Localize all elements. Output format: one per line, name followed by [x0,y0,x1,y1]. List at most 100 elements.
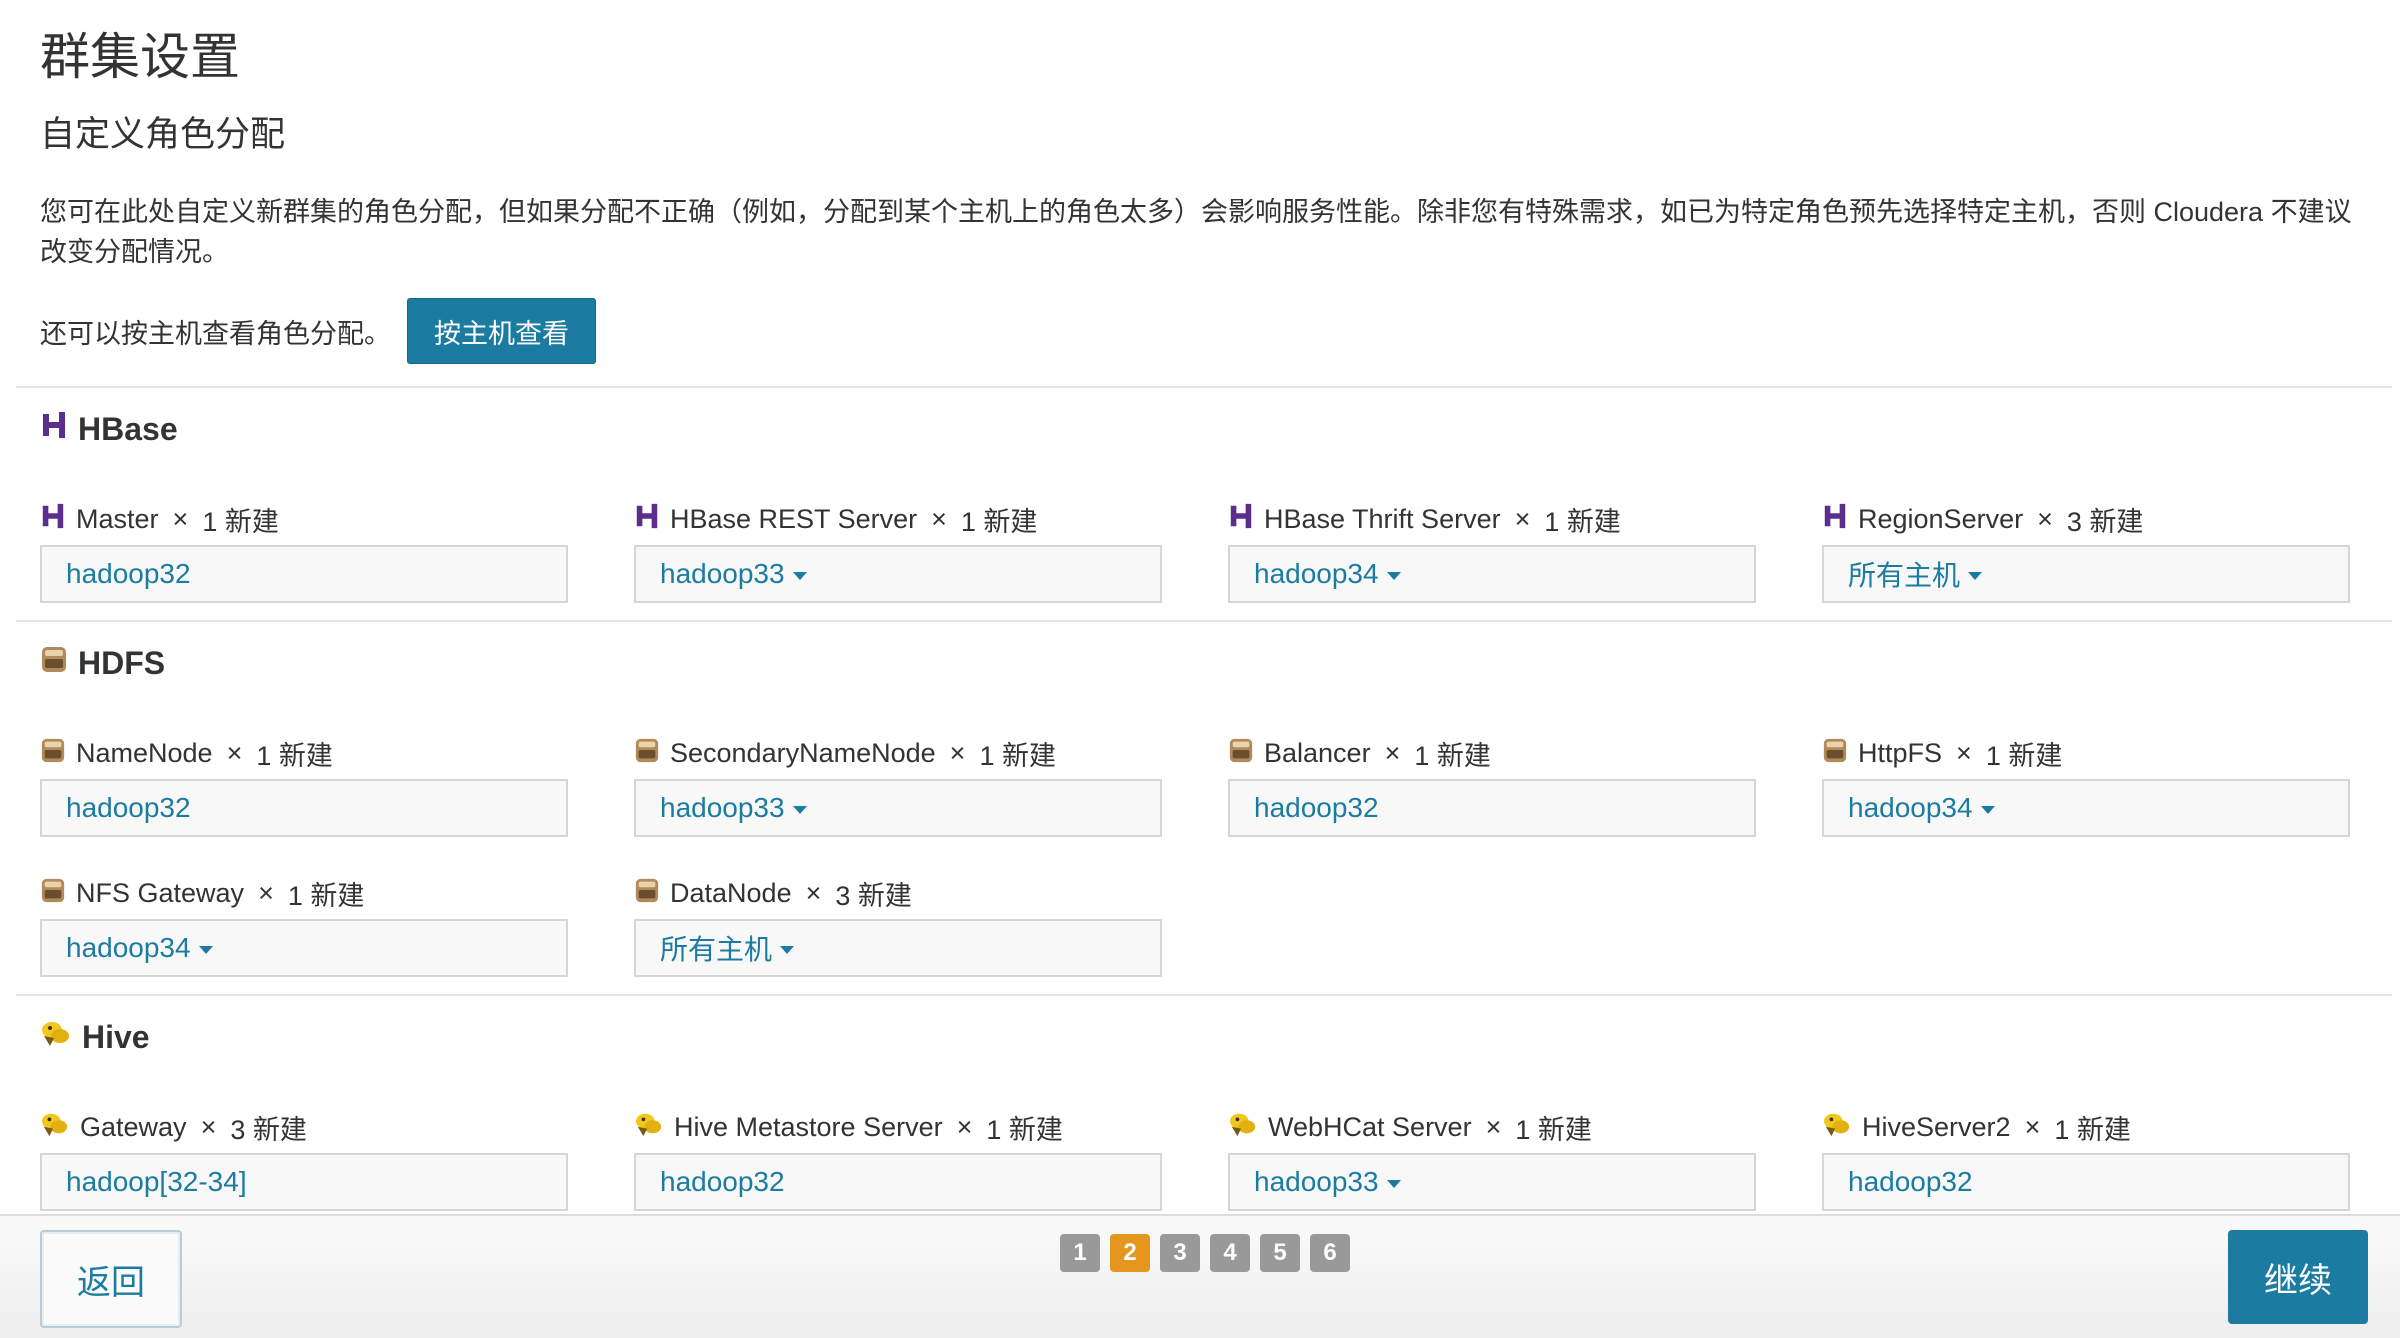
host-value: hadoop32 [1848,1166,1973,1197]
times-sign: × [1485,1111,1502,1142]
hbase-icon [1228,502,1254,537]
caret-down-icon[interactable] [1386,572,1401,580]
caret-down-icon[interactable] [1968,572,1983,580]
role-name: Gateway [80,1111,187,1142]
times-sign: × [931,503,947,534]
caret-down-icon[interactable] [780,946,795,954]
host-field[interactable]: hadoop32 [40,779,568,837]
service-title-hdfs: HDFS [40,644,165,682]
role-count: 3 新建 [230,1114,307,1145]
role-name: HttpFS [1858,737,1943,768]
host-value[interactable]: 所有主机 [1848,554,1960,594]
host-select[interactable]: 所有主机 [634,919,1162,977]
by-host-text: 还可以按主机查看角色分配。 [40,318,391,349]
page-title: 群集设置 [40,29,240,85]
page-step[interactable]: 4 [1210,1234,1250,1272]
role-count: 1 新建 [202,506,279,537]
caret-down-icon[interactable] [1386,1180,1401,1188]
hbase-icon [40,502,66,537]
host-value: hadoop[32-34] [66,1166,247,1197]
hdfs-icon [1822,736,1848,771]
host-value[interactable]: hadoop33 [660,558,785,590]
page-step[interactable]: 1 [1060,1234,1100,1272]
host-value[interactable]: hadoop33 [660,792,785,824]
role-hive-hiveserver2: HiveServer2 × 1 新建 hadoop32 [1822,1107,2350,1211]
host-field[interactable]: hadoop32 [1822,1153,2350,1211]
host-field[interactable]: hadoop32 [1228,779,1756,837]
role-hdfs-balancer: Balancer × 1 新建 hadoop32 [1228,733,1756,837]
divider [16,386,2392,388]
times-sign: × [2024,1111,2041,1142]
role-name: Master [76,503,159,534]
host-field[interactable]: hadoop32 [40,545,568,603]
hdfs-icon [634,876,660,911]
role-count: 1 新建 [1515,1114,1592,1145]
page-step-active[interactable]: 2 [1110,1234,1150,1272]
role-name: WebHCat Server [1268,1111,1472,1142]
back-button[interactable]: 返回 [40,1230,182,1328]
times-sign: × [1514,503,1531,534]
page-description: 您可在此处自定义新群集的角色分配，但如果分配不正确（例如，分配到某个主机上的角色… [40,197,2352,267]
host-select[interactable]: hadoop33 [1228,1153,1756,1211]
page-step[interactable]: 3 [1160,1234,1200,1272]
host-value: hadoop32 [660,1166,785,1197]
role-name: SecondaryNameNode [670,737,936,768]
hive-icon [1822,1110,1852,1145]
role-count: 1 新建 [960,506,1038,537]
role-hbase-master: Master × 1 新建 hadoop32 [40,499,568,603]
role-count: 1 新建 [1985,740,2063,771]
caret-down-icon[interactable] [792,572,807,580]
times-sign: × [226,737,243,768]
role-hive-webhcat-server: WebHCat Server × 1 新建 hadoop33 [1228,1107,1756,1211]
caret-down-icon[interactable] [1980,806,1995,814]
page-step[interactable]: 5 [1260,1234,1300,1272]
host-value[interactable]: hadoop34 [1848,792,1973,824]
role-count: 1 新建 [979,740,1056,771]
host-value[interactable]: 所有主机 [660,928,772,968]
host-select[interactable]: hadoop34 [1228,545,1756,603]
hive-icon [40,1110,70,1145]
hdfs-icon [1228,736,1254,771]
continue-button[interactable]: 继续 [2228,1230,2368,1324]
role-name: NFS Gateway [76,877,245,908]
times-sign: × [258,877,274,908]
host-select[interactable]: hadoop33 [634,779,1162,837]
host-field[interactable]: hadoop[32-34] [40,1153,568,1211]
caret-down-icon[interactable] [792,806,807,814]
role-count: 3 新建 [2066,506,2144,537]
role-hive-gateway: Gateway × 3 新建 hadoop[32-34] [40,1107,568,1211]
role-hdfs-datanode: DataNode × 3 新建 所有主机 [634,873,1162,977]
hbase-icon [634,502,660,537]
role-name: Balancer [1264,737,1371,768]
role-hbase-regionserver: RegionServer × 3 新建 所有主机 [1822,499,2350,603]
times-sign: × [1384,737,1401,768]
host-select[interactable]: hadoop33 [634,545,1162,603]
times-sign: × [172,503,189,534]
hdfs-icon [40,876,66,911]
times-sign: × [805,877,822,908]
view-by-host-button[interactable]: 按主机查看 [407,298,596,364]
role-count: 1 新建 [256,740,333,771]
role-hdfs-nfs-gateway: NFS Gateway × 1 新建 hadoop34 [40,873,568,977]
role-name: NameNode [76,737,213,768]
host-field[interactable]: hadoop32 [634,1153,1162,1211]
host-select[interactable]: hadoop34 [1822,779,2350,837]
caret-down-icon[interactable] [198,946,213,954]
hdfs-icon [634,736,660,771]
page-step[interactable]: 6 [1310,1234,1350,1272]
host-value[interactable]: hadoop33 [1254,1166,1379,1198]
host-select[interactable]: hadoop34 [40,919,568,977]
hdfs-icon [40,736,66,771]
host-select[interactable]: 所有主机 [1822,545,2350,603]
role-name: Hive Metastore Server [674,1111,943,1142]
times-sign: × [1956,737,1972,768]
host-value[interactable]: hadoop34 [1254,558,1379,590]
role-count: 1 新建 [2054,1114,2131,1145]
role-name: RegionServer [1858,503,2024,534]
host-value: hadoop32 [66,558,191,589]
host-value[interactable]: hadoop34 [66,932,191,964]
hive-icon [40,1018,72,1056]
service-name-hbase: HBase [78,410,178,447]
service-name-hive: Hive [82,1018,150,1055]
divider [16,620,2392,622]
